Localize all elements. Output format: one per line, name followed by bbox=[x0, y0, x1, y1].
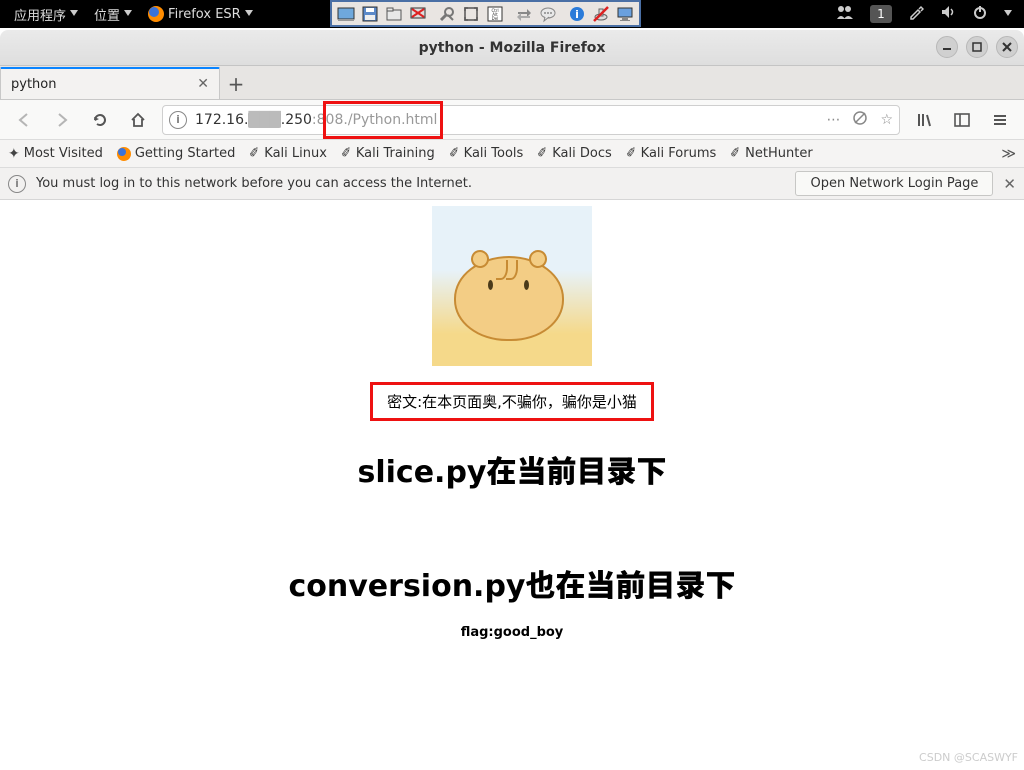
reader-mode-icon[interactable]: ⋯ bbox=[826, 112, 840, 128]
home-button[interactable] bbox=[124, 106, 152, 134]
firefox-icon bbox=[117, 147, 131, 161]
cipher-text: 密文:在本页面奥,不骗你，骗你是小猫 bbox=[370, 382, 654, 421]
tab-strip: python ✕ + bbox=[0, 66, 1024, 100]
window-minimize-button[interactable] bbox=[936, 36, 958, 58]
forward-button[interactable] bbox=[48, 106, 76, 134]
info-icon[interactable]: i bbox=[565, 3, 589, 25]
sidebar-icon[interactable] bbox=[948, 106, 976, 134]
window-close-button[interactable] bbox=[996, 36, 1018, 58]
gnome-top-bar: 应用程序 位置 Firefox ESR CtrlAltDel i 1 bbox=[0, 0, 1024, 28]
info-icon: i bbox=[8, 175, 26, 193]
taskbar-panel: CtrlAltDel i bbox=[330, 0, 641, 27]
transfer-icon[interactable] bbox=[512, 3, 536, 25]
svg-text:Del: Del bbox=[492, 16, 499, 21]
back-button[interactable] bbox=[10, 106, 38, 134]
bookmark-most-visited[interactable]: ✦Most Visited bbox=[8, 146, 103, 162]
active-app-menu[interactable]: Firefox ESR bbox=[140, 0, 261, 28]
heading-slice: slice.py在当前目录下 bbox=[0, 447, 1024, 491]
power-icon[interactable] bbox=[972, 4, 988, 24]
save-icon[interactable] bbox=[358, 3, 382, 25]
hamburger-menu-icon[interactable] bbox=[986, 106, 1014, 134]
bookmark-kali-docs[interactable]: ✐Kali Docs bbox=[537, 146, 611, 161]
bookmarks-overflow-icon[interactable]: ≫ bbox=[1001, 146, 1016, 162]
reload-button[interactable] bbox=[86, 106, 114, 134]
url-text: 172.16.███.250:808./Python.html bbox=[195, 112, 437, 128]
chevron-down-icon bbox=[1004, 10, 1012, 18]
workspace-indicator[interactable]: 1 bbox=[870, 5, 892, 23]
firefox-window: python - Mozilla Firefox python ✕ + i 17… bbox=[0, 30, 1024, 770]
window-maximize-button[interactable] bbox=[966, 36, 988, 58]
bookmark-getting-started[interactable]: Getting Started bbox=[117, 146, 236, 161]
svg-text:i: i bbox=[575, 8, 579, 21]
places-menu[interactable]: 位置 bbox=[86, 0, 140, 28]
applications-menu[interactable]: 应用程序 bbox=[6, 0, 86, 28]
bookmarks-toolbar: ✦Most Visited Getting Started ✐Kali Linu… bbox=[0, 140, 1024, 168]
captive-portal-message: You must log in to this network before y… bbox=[36, 176, 472, 191]
captive-portal-bar: i You must log in to this network before… bbox=[0, 168, 1024, 200]
fullscreen-icon[interactable] bbox=[459, 3, 483, 25]
firefox-icon bbox=[148, 6, 164, 22]
bookmark-kali-linux[interactable]: ✐Kali Linux bbox=[249, 146, 327, 161]
show-desktop-icon[interactable] bbox=[334, 3, 358, 25]
watermark: CSDN @SCASWYF bbox=[919, 751, 1018, 764]
volume-icon[interactable] bbox=[940, 4, 956, 24]
tab-python[interactable]: python ✕ bbox=[0, 67, 220, 99]
open-network-login-button[interactable]: Open Network Login Page bbox=[795, 171, 993, 196]
ctrl-alt-del-icon[interactable]: CtrlAltDel bbox=[483, 3, 507, 25]
folder-icon[interactable] bbox=[382, 3, 406, 25]
bookmark-kali-tools[interactable]: ✐Kali Tools bbox=[449, 146, 524, 161]
cat-image bbox=[432, 206, 592, 366]
computer-icon[interactable] bbox=[613, 3, 637, 25]
tab-label: python bbox=[11, 77, 56, 92]
disconnect-icon[interactable] bbox=[589, 3, 613, 25]
navigation-toolbar: i 172.16.███.250:808./Python.html ⋯ ☆ bbox=[0, 100, 1024, 140]
window-title: python - Mozilla Firefox bbox=[419, 40, 606, 56]
chat-icon[interactable] bbox=[536, 3, 560, 25]
library-icon[interactable] bbox=[910, 106, 938, 134]
bookmark-kali-training[interactable]: ✐Kali Training bbox=[341, 146, 435, 161]
tab-close-icon[interactable]: ✕ bbox=[197, 76, 209, 92]
bookmark-kali-forums[interactable]: ✐Kali Forums bbox=[626, 146, 717, 161]
protection-icon[interactable] bbox=[852, 110, 868, 130]
flag-text: flag:good_boy bbox=[0, 625, 1024, 640]
window-titlebar[interactable]: python - Mozilla Firefox bbox=[0, 30, 1024, 66]
tools-icon[interactable] bbox=[435, 3, 459, 25]
url-bar[interactable]: i 172.16.███.250:808./Python.html ⋯ ☆ bbox=[162, 105, 900, 135]
users-icon[interactable] bbox=[836, 5, 854, 23]
bookmark-star-icon[interactable]: ☆ bbox=[880, 112, 893, 128]
page-content: 密文:在本页面奥,不骗你，骗你是小猫 slice.py在当前目录下 conver… bbox=[0, 200, 1024, 770]
color-picker-icon[interactable] bbox=[908, 4, 924, 24]
notification-close-icon[interactable]: ✕ bbox=[1003, 175, 1016, 193]
new-tab-button[interactable]: + bbox=[220, 69, 252, 99]
site-info-icon[interactable]: i bbox=[169, 111, 187, 129]
bookmark-nethunter[interactable]: ✐NetHunter bbox=[730, 146, 812, 161]
heading-conversion: conversion.py也在当前目录下 bbox=[0, 561, 1024, 605]
screen-off-icon[interactable] bbox=[406, 3, 430, 25]
